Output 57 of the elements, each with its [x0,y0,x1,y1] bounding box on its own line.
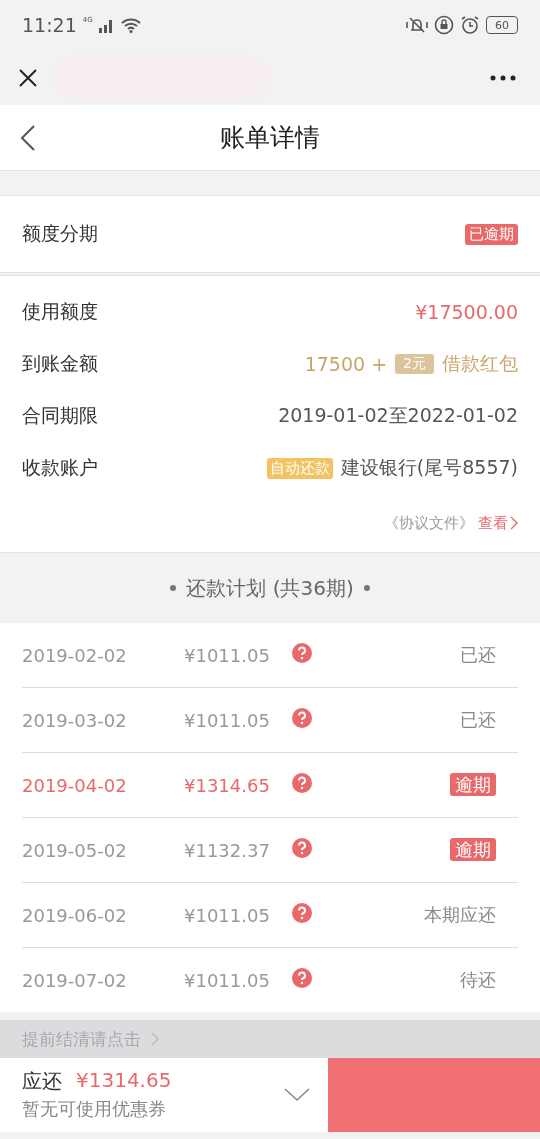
payment-status: 本期应还 [424,904,496,925]
detail-value: 2019-01-02至2022-01-02 [278,403,518,428]
signal-icon [98,17,115,33]
close-button[interactable] [18,67,38,88]
help-icon[interactable] [292,903,312,923]
detail-value: 建设银行(尾号8557) [340,455,518,480]
more-button[interactable] [490,74,516,81]
detail-value: 17500 + [304,353,388,375]
due-date: 2019-06-02 [22,904,128,926]
due-date: 2019-05-02 [22,839,128,861]
lock-rotation-icon [434,15,454,35]
detail-label: 使用额度 [22,299,98,324]
help-icon[interactable] [292,773,312,793]
overdue-badge: 逾期 [450,773,496,796]
back-button[interactable] [20,124,36,152]
wifi-icon [120,17,141,33]
overdue-badge: 逾期 [450,838,496,861]
due-date: 2019-07-02 [22,969,128,991]
help-icon[interactable] [292,838,312,858]
payment-status: 已还 [460,644,496,665]
bonus-label: 借款红包 [442,351,518,376]
battery-level: 60 [486,16,518,34]
bonus-tag: 2元 [395,354,434,374]
payment-status: 已还 [460,709,496,730]
detail-label: 到账金额 [22,351,98,376]
view-link[interactable]: 查看 [478,513,518,533]
installment-amount: ¥1132.37 [184,839,271,861]
chevron-icon [151,1032,159,1046]
clock-time: 11:21 [22,14,77,36]
help-icon[interactable] [292,643,312,663]
detail-label: 收款账户 [22,455,98,480]
expand-icon[interactable] [284,1088,310,1102]
detail-value: ¥17500.00 [415,301,518,323]
due-date: 2019-03-02 [22,709,128,731]
payment-status: 待还 [460,969,496,990]
help-icon[interactable] [292,968,312,988]
due-date: 2019-02-02 [22,644,128,666]
overdue-badge: 已逾期 [465,223,518,245]
chevron-icon [510,516,518,530]
mute-bell-icon [406,15,428,35]
installment-amount: ¥1011.05 [184,644,271,666]
due-amount: ¥1314.65 [76,1068,172,1094]
auto-pay-tag: 自动还款 [266,457,333,479]
installment-amount: ¥1011.05 [184,709,271,731]
detail-label: 合同期限 [22,403,98,428]
due-label: 应还 [22,1068,62,1095]
due-date: 2019-04-02 [22,774,128,796]
page-title: 账单详情 [220,122,320,154]
alarm-icon [460,15,480,35]
installment-amount: ¥1011.05 [184,969,271,991]
coupon-text: 暂无可使用优惠券 [22,1097,167,1121]
plan-title: 还款计划 (共36期) [186,574,354,602]
product-name: 额度分期 [22,221,98,246]
installment-amount: ¥1314.65 [184,774,271,796]
installment-amount: ¥1011.05 [184,904,271,926]
agreement-text: 《协议文件》 [384,513,474,533]
help-icon[interactable] [292,708,312,728]
